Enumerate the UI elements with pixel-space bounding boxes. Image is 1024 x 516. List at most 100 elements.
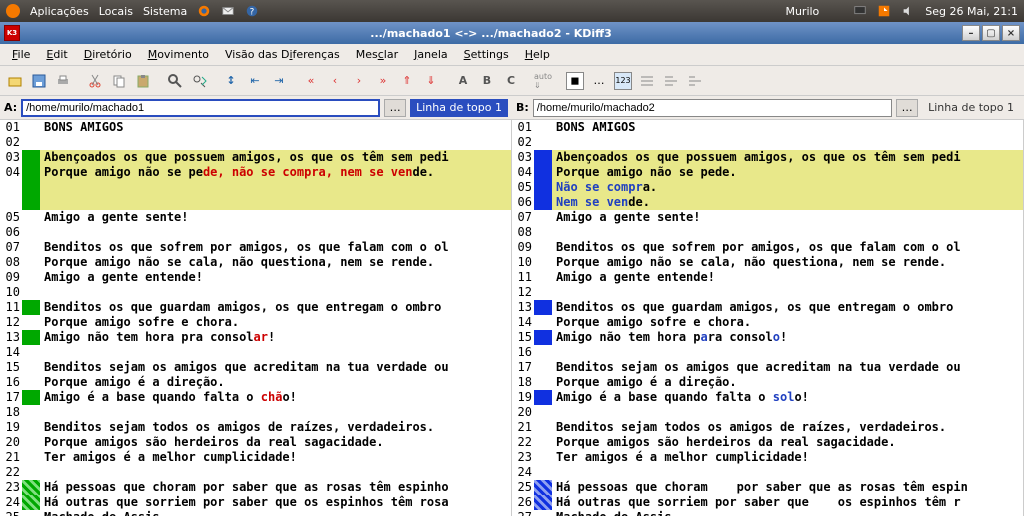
next-conflict-icon[interactable]: ›	[348, 70, 370, 92]
goto-line-icon[interactable]: ↕	[220, 70, 242, 92]
gnome-clock[interactable]: Seg 26 Mai, 21:1	[925, 5, 1018, 18]
menu-mesclar[interactable]: Mesclar	[350, 46, 404, 63]
minimize-button[interactable]: –	[962, 25, 980, 41]
show-spaces-icon[interactable]	[684, 70, 706, 92]
code-lines-a[interactable]: BONS AMIGOS Abençoados os que possuem ami…	[40, 120, 511, 516]
close-button[interactable]: ×	[1002, 25, 1020, 41]
volume-icon[interactable]	[901, 4, 915, 18]
update-icon[interactable]	[877, 4, 891, 18]
find-icon[interactable]	[164, 70, 186, 92]
menu-help[interactable]: Help	[519, 46, 556, 63]
code-line[interactable]: Porque amigos são herdeiros da real saga…	[552, 435, 1023, 450]
code-line[interactable]	[40, 465, 511, 480]
prev-conflict-icon[interactable]: ‹	[324, 70, 346, 92]
help-icon[interactable]: ?	[245, 4, 259, 18]
code-line[interactable]: Benditos sejam os amigos que acreditam n…	[552, 360, 1023, 375]
toggle-linenumbers-icon[interactable]: 123	[612, 70, 634, 92]
menu-movimento[interactable]: Movimento	[142, 46, 215, 63]
last-conflict-icon[interactable]: »	[372, 70, 394, 92]
path-b-input[interactable]	[533, 99, 892, 117]
code-line[interactable]: BONS AMIGOS	[40, 120, 511, 135]
path-b-browse-button[interactable]: …	[896, 99, 918, 117]
code-line[interactable]	[40, 135, 511, 150]
find-next-icon[interactable]	[188, 70, 210, 92]
toggle-whitespace-icon[interactable]: …	[588, 70, 610, 92]
code-line[interactable]: Benditos os que sofrem por amigos, os qu…	[40, 240, 511, 255]
menu-edit[interactable]: Edit	[40, 46, 73, 63]
display-icon[interactable]	[853, 4, 867, 18]
code-line[interactable]: Amigo a gente sente!	[552, 210, 1023, 225]
save-icon[interactable]	[28, 70, 50, 92]
code-lines-b[interactable]: BONS AMIGOS Abençoados os que possuem ami…	[552, 120, 1023, 516]
mail-icon[interactable]	[221, 4, 235, 18]
choose-a-button[interactable]: A	[452, 70, 474, 92]
code-line[interactable]	[40, 345, 511, 360]
code-line[interactable]: Porque amigo não se cala, não questiona,…	[552, 255, 1023, 270]
code-line[interactable]: Abençoados os que possuem amigos, os que…	[552, 150, 1023, 165]
code-line[interactable]: Porque amigo sofre e chora.	[552, 315, 1023, 330]
firefox-icon[interactable]	[197, 4, 211, 18]
code-line[interactable]: Amigo não tem hora para consolo!	[552, 330, 1023, 345]
code-line[interactable]: Nem se vende.	[552, 195, 1023, 210]
first-conflict-icon[interactable]: «	[300, 70, 322, 92]
menu-visao[interactable]: Visão das Diferenças	[219, 46, 346, 63]
code-line[interactable]	[40, 180, 511, 195]
code-line[interactable]	[40, 405, 511, 420]
code-line[interactable]: Benditos os que guardam amigos, os que e…	[552, 300, 1023, 315]
menu-diretorio[interactable]: Diretório	[78, 46, 138, 63]
code-line[interactable]: Benditos os que sofrem por amigos, os qu…	[552, 240, 1023, 255]
fusion-icon[interactable]	[829, 4, 843, 18]
code-line[interactable]: Machado de Assis	[40, 510, 511, 516]
path-a-input[interactable]	[21, 99, 380, 117]
code-line[interactable]: Abençoados os que possuem amigos, os que…	[40, 150, 511, 165]
gnome-user[interactable]: Murilo	[785, 5, 819, 18]
code-line[interactable]	[552, 465, 1023, 480]
code-line[interactable]: Há pessoas que choram por saber que as r…	[552, 480, 1023, 495]
show-tabs-icon[interactable]	[660, 70, 682, 92]
code-line[interactable]: Machado de Assis	[552, 510, 1023, 516]
prev-unsolved-icon[interactable]: ⇑	[396, 70, 418, 92]
code-line[interactable]	[40, 225, 511, 240]
code-line[interactable]: Benditos sejam os amigos que acreditam n…	[40, 360, 511, 375]
code-line[interactable]: Porque amigos são herdeiros da real saga…	[40, 435, 511, 450]
code-line[interactable]: Benditos os que guardam amigos, os que e…	[40, 300, 511, 315]
code-line[interactable]	[552, 345, 1023, 360]
code-line[interactable]: Há pessoas que choram por saber que as r…	[40, 480, 511, 495]
code-line[interactable]: Porque amigo é a direção.	[40, 375, 511, 390]
auto-solve-icon[interactable]: auto⇓	[532, 70, 554, 92]
choose-c-button[interactable]: C	[500, 70, 522, 92]
code-line[interactable]: Porque amigo não se pede.	[552, 165, 1023, 180]
code-line[interactable]: Amigo é a base quando falta o solo!	[552, 390, 1023, 405]
code-line[interactable]: Porque amigo é a direção.	[552, 375, 1023, 390]
paste-icon[interactable]	[132, 70, 154, 92]
code-line[interactable]	[552, 405, 1023, 420]
code-line[interactable]	[552, 285, 1023, 300]
code-line[interactable]: Amigo a gente entende!	[552, 270, 1023, 285]
diff-pane-a[interactable]: 01 02 03 04 05 06 07 08 09 10 11 12 13 1…	[0, 120, 512, 516]
code-line[interactable]: Porque amigo não se pede, não se compra,…	[40, 165, 511, 180]
code-line[interactable]: Porque amigo não se cala, não questiona,…	[40, 255, 511, 270]
open-file-icon[interactable]	[4, 70, 26, 92]
code-line[interactable]	[40, 285, 511, 300]
code-line[interactable]	[552, 225, 1023, 240]
code-line[interactable]: Benditos sejam todos os amigos de raízes…	[552, 420, 1023, 435]
path-a-browse-button[interactable]: …	[384, 99, 406, 117]
menu-settings[interactable]: Settings	[458, 46, 515, 63]
gnome-menu-apps[interactable]: Aplicações	[30, 5, 89, 18]
code-line[interactable]: Benditos sejam todos os amigos de raízes…	[40, 420, 511, 435]
menu-janela[interactable]: Janela	[408, 46, 454, 63]
cut-icon[interactable]	[84, 70, 106, 92]
gnome-menu-system[interactable]: Sistema	[143, 5, 187, 18]
code-line[interactable]	[40, 195, 511, 210]
code-line[interactable]: Não se compra.	[552, 180, 1023, 195]
code-line[interactable]: Ter amigos é a melhor cumplicidade!	[552, 450, 1023, 465]
code-line[interactable]: Há outras que sorriem por saber que os e…	[552, 495, 1023, 510]
code-line[interactable]	[552, 135, 1023, 150]
code-line[interactable]: Amigo a gente entende!	[40, 270, 511, 285]
choose-b-button[interactable]: B	[476, 70, 498, 92]
code-line[interactable]: Amigo a gente sente!	[40, 210, 511, 225]
copy-icon[interactable]	[108, 70, 130, 92]
code-line[interactable]: Amigo é a base quando falta o chão!	[40, 390, 511, 405]
code-line[interactable]: BONS AMIGOS	[552, 120, 1023, 135]
window-titlebar[interactable]: K3 .../machado1 <-> .../machado2 - KDiff…	[0, 22, 1024, 44]
